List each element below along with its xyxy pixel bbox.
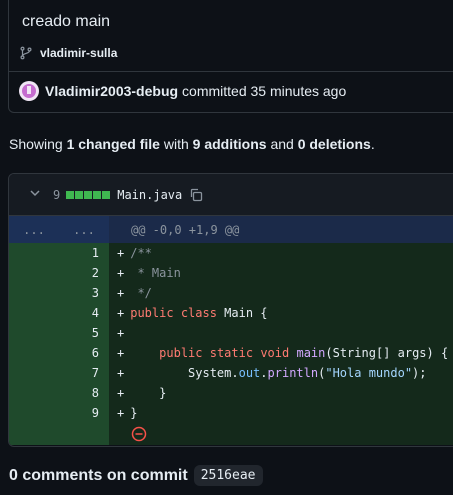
addition-marker: + [117,306,125,320]
addition-marker: + [117,386,125,400]
line-number[interactable]: 3 [9,283,109,303]
code-line: + [109,323,453,343]
code-line: + public class Main { [117,306,268,320]
code-lines: +/** + * Main + */+ public class Main {+ + p… [109,243,453,445]
file-header: 9 Main.java [9,174,453,216]
file-name[interactable]: Main.java [117,188,182,202]
summary-additions: 9 additions [192,136,267,152]
addition-marker: + [117,406,125,420]
summary-deletions: 0 deletions [297,136,371,152]
commit-sha-badge[interactable]: 2516eae [193,465,263,486]
git-branch-icon [20,46,32,60]
code-line: + } [117,386,167,400]
diffstat-block [93,190,102,199]
comments-title: 0 comments on commit [9,466,188,484]
gutter-spacer [9,423,109,445]
author-link[interactable]: Vladimir2003-debug [45,83,178,99]
divider [9,71,453,72]
addition-marker: + [117,286,125,300]
code-line: + public static void main(String[] args)… [117,346,449,360]
code-line: +} [117,406,138,420]
line-number-gutter: 123456789 [9,243,109,445]
avatar[interactable] [19,81,39,101]
expand-left[interactable]: ... [23,223,45,237]
line-number[interactable]: 4 [9,303,109,323]
diffstat-block [75,190,84,199]
line-number[interactable]: 1 [9,243,109,263]
line-number[interactable]: 2 [9,263,109,283]
addition-marker: + [117,346,125,360]
code-line: + * Main [117,266,181,280]
summary-and: and [270,136,294,152]
line-number[interactable]: 6 [9,343,109,363]
chevron-down-icon[interactable] [29,187,41,202]
diff-summary: Showing 1 changed file with 9 additions … [9,136,375,152]
no-entry-icon [131,426,147,442]
addition-marker: + [117,246,125,260]
branch-link[interactable]: vladimir-sulla [40,46,117,60]
change-count: 9 [53,187,61,202]
addition-marker: + [117,266,125,280]
diffstat-block [66,190,75,199]
code-area: 123456789 +/** + * Main + */ + public class … [9,243,453,445]
summary-showing: Showing [9,136,63,152]
line-number[interactable]: 5 [9,323,109,343]
comments-header: 0 comments on commit 2516eae [9,465,263,486]
commit-header: creado main vladimir-sulla Vladimir2003-… [8,0,453,113]
line-number[interactable]: 9 [9,403,109,423]
summary-files: 1 changed file [66,136,160,152]
diffstat-block [102,190,111,199]
no-newline-row [109,423,453,445]
addition-marker: + [117,326,125,340]
file-diff: 9 Main.java ... ... @@ -0,0 +1,9 @@ 1234… [8,173,453,447]
expand-gutter[interactable]: ... ... [9,216,109,243]
hunk-header: @@ -0,0 +1,9 @@ [131,222,240,237]
author-row: Vladimir2003-debug committed 35 minutes … [19,81,346,101]
code-line: + */ [117,286,152,300]
hunk-header-row: ... ... @@ -0,0 +1,9 @@ [9,216,453,243]
copy-icon[interactable] [188,187,204,203]
expand-right[interactable]: ... [73,223,95,237]
diffstat-block [84,190,93,199]
diffstat [66,190,111,199]
code-line: + System.out.println("Hola mundo"); [117,366,427,380]
commit-title: creado main [22,13,111,30]
branch-row: vladimir-sulla [19,46,117,60]
line-number[interactable]: 8 [9,383,109,403]
summary-with: with [163,136,189,152]
summary-period: . [370,136,375,152]
line-number[interactable]: 7 [9,363,109,383]
addition-marker: + [117,366,125,380]
code-line: +/** [117,246,152,260]
commit-time-text: committed 35 minutes ago [182,83,347,99]
